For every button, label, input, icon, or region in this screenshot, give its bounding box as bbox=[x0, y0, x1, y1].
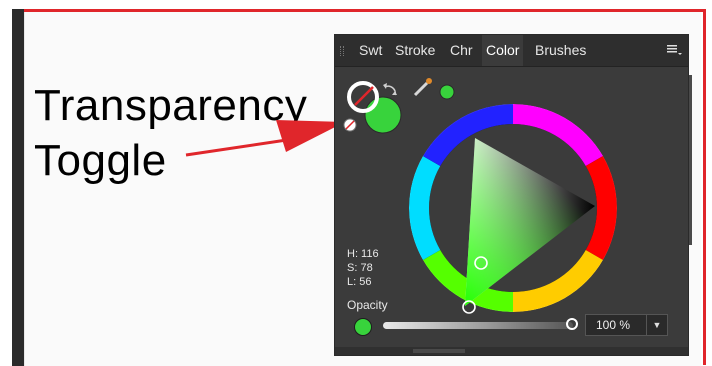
picked-color-swatch[interactable] bbox=[439, 84, 455, 100]
panel-grip-icon[interactable] bbox=[340, 46, 344, 56]
eyedropper-icon[interactable] bbox=[413, 78, 432, 97]
tab-stroke[interactable]: Stroke bbox=[391, 35, 439, 66]
tab-color[interactable]: Color bbox=[482, 35, 524, 66]
tab-character[interactable]: Chr bbox=[446, 35, 477, 66]
tab-brushes[interactable]: Brushes bbox=[531, 35, 590, 66]
panel-bottom-strip bbox=[335, 347, 688, 355]
opacity-dropdown-button[interactable]: ▼ bbox=[646, 314, 668, 336]
panel-tab-bar: Swt Stroke Chr Color Brushes bbox=[335, 35, 688, 67]
opacity-slider-track[interactable] bbox=[383, 322, 573, 329]
stroke-swatch[interactable] bbox=[347, 81, 379, 113]
opacity-value-field[interactable]: 100 % bbox=[585, 314, 647, 336]
opacity-label: Opacity bbox=[347, 298, 388, 312]
hamburger-menu-icon[interactable] bbox=[666, 44, 682, 56]
saturation-value: S: 78 bbox=[347, 262, 373, 274]
opacity-color-swatch[interactable] bbox=[354, 318, 372, 336]
chevron-down-icon: ▼ bbox=[652, 320, 662, 330]
lightness-value: L: 56 bbox=[347, 276, 372, 288]
fill-swatch[interactable] bbox=[364, 96, 402, 134]
panel-scroll-handle[interactable] bbox=[413, 349, 465, 353]
color-wheel[interactable] bbox=[403, 98, 623, 318]
tab-swatches[interactable]: Swt bbox=[355, 35, 386, 66]
transparency-toggle-icon[interactable] bbox=[343, 118, 357, 132]
hue-value: H: 116 bbox=[347, 248, 379, 260]
color-panel: Swt Stroke Chr Color Brushes H: 116 S: 7… bbox=[335, 35, 688, 355]
opacity-slider-knob[interactable] bbox=[566, 318, 578, 330]
swap-colors-icon[interactable] bbox=[383, 83, 397, 96]
